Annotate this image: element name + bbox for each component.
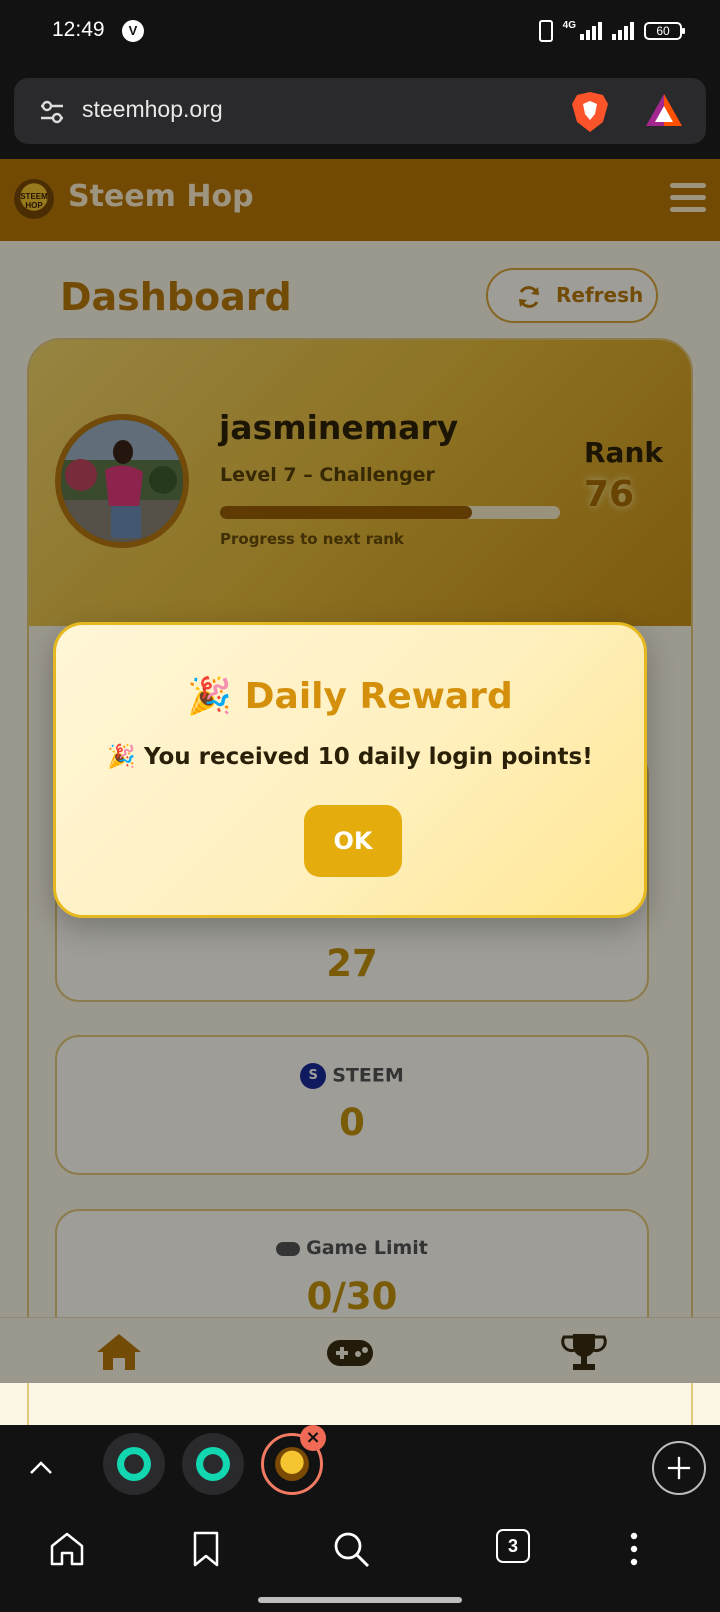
signal-icon [580, 22, 602, 40]
signal-icon-2 [612, 22, 634, 40]
browser-tab-2[interactable] [182, 1433, 244, 1495]
tab-favicon [275, 1447, 309, 1481]
site-settings-icon[interactable] [38, 98, 66, 126]
modal-title: 🎉 Daily Reward [56, 675, 644, 717]
browser-url-area: steemhop.org [0, 64, 720, 159]
network-type: 4G [562, 20, 576, 31]
url-text[interactable]: steemhop.org [82, 96, 223, 123]
web-page: STEEM HOP Steem Hop Dashboard Refresh ja… [0, 159, 720, 1425]
modal-message: 🎉 You received 10 daily login points! [56, 743, 644, 770]
status-time: 12:49 [52, 18, 105, 41]
party-popper-icon: 🎉 [187, 676, 233, 717]
party-popper-icon-2: 🎉 [107, 744, 136, 770]
browser-tab-strip: × [0, 1425, 720, 1515]
browser-tab-1[interactable] [103, 1433, 165, 1495]
vibrate-icon [538, 20, 553, 42]
gesture-bar[interactable] [258, 1597, 462, 1603]
more-options-icon[interactable] [614, 1529, 654, 1569]
daily-reward-modal: 🎉 Daily Reward 🎉 You received 10 daily l… [53, 622, 647, 918]
tab-favicon [117, 1447, 151, 1481]
address-bar[interactable]: steemhop.org [14, 78, 706, 144]
tab-favicon [196, 1447, 230, 1481]
v-badge-icon: V [122, 20, 144, 42]
ok-button[interactable]: OK [304, 805, 402, 877]
close-tab-icon[interactable]: × [300, 1425, 326, 1451]
modal-message-text: You received 10 daily login points! [143, 744, 593, 770]
bookmark-icon[interactable] [186, 1529, 226, 1569]
new-tab-icon[interactable] [652, 1441, 706, 1495]
chevron-up-icon[interactable] [28, 1455, 54, 1481]
browser-toolbar: 3 [0, 1515, 720, 1612]
search-icon[interactable] [331, 1529, 371, 1569]
modal-title-text: Daily Reward [244, 676, 513, 717]
tab-count-button[interactable]: 3 [496, 1529, 530, 1563]
home-icon[interactable] [47, 1529, 87, 1569]
status-bar: 12:49 V 4G 60 [0, 0, 720, 64]
brave-rewards-icon[interactable] [644, 92, 684, 130]
brave-shields-icon[interactable] [570, 90, 610, 134]
status-icons: 4G 60 [538, 20, 685, 42]
battery-icon: 60 [644, 22, 685, 40]
